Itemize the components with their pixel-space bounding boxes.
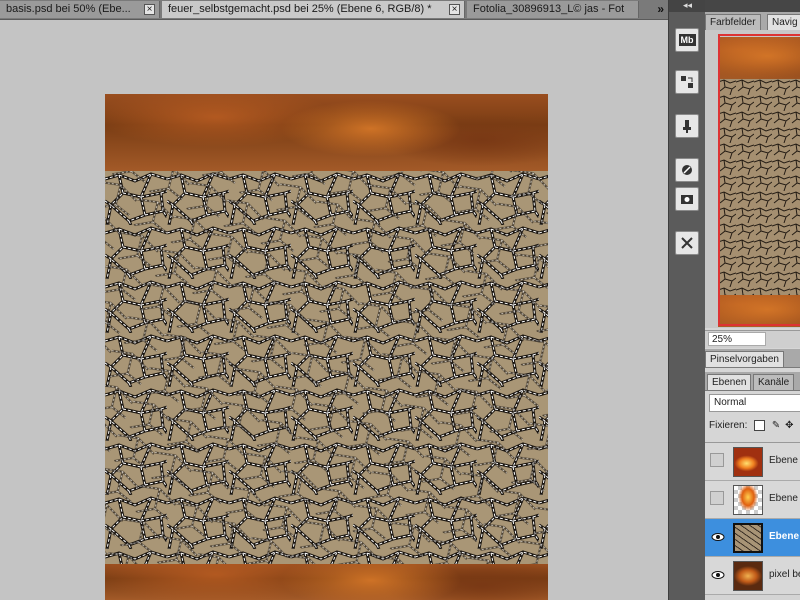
navigator-tab-row: Farbfelder Navig — [705, 12, 800, 31]
canvas-area[interactable] — [0, 20, 668, 600]
layers-tab-row: Ebenen Kanäle — [705, 372, 800, 391]
lock-label: Fixieren: — [709, 420, 748, 431]
navigator-view-box[interactable] — [718, 34, 800, 326]
clone-source-icon[interactable] — [675, 114, 699, 138]
tab-basis[interactable]: basis.psd bei 50% (Ebe... × — [0, 1, 160, 18]
cracked-mud-layer-selection — [105, 171, 548, 564]
close-icon[interactable]: × — [144, 4, 155, 15]
layer-name: Ebene — [769, 455, 798, 466]
navigator-preview — [705, 30, 800, 328]
layer-thumbnail — [733, 447, 763, 477]
tab-fotolia[interactable]: Fotolia_30896913_L© jas - Fot — [467, 1, 639, 18]
panel-icon-strip: ◂◂ Mb — [668, 0, 706, 600]
tab-farbfelder[interactable]: Farbfelder — [705, 14, 761, 30]
layer-thumbnail — [733, 523, 763, 553]
layer-name: Ebene — [769, 493, 798, 504]
mini-bridge-icon[interactable]: Mb — [675, 28, 699, 52]
tools-icon[interactable] — [675, 231, 699, 255]
layer-thumbnail — [733, 485, 763, 515]
tab-layers[interactable]: Ebenen — [707, 374, 752, 390]
layer-row[interactable]: pixel be — [705, 557, 800, 595]
layer-options: Normal Fixieren: ✎ ✥ — [705, 392, 800, 442]
lock-row: Fixieren: ✎ ✥ — [709, 418, 793, 434]
layer-row-selected[interactable]: Ebene — [705, 519, 800, 557]
layer-row[interactable]: Ebene — [705, 443, 800, 481]
lock-paint-icon[interactable]: ✎ — [772, 420, 780, 431]
brush-presets-tab-row: Pinselvorgaben — [705, 349, 800, 368]
zoom-input[interactable]: 25% — [708, 332, 766, 346]
collapse-icon[interactable]: ◂◂ — [669, 0, 706, 12]
eye-icon[interactable] — [710, 567, 725, 581]
tab-brush-presets[interactable]: Pinselvorgaben — [705, 351, 784, 367]
lock-position-icon[interactable]: ✥ — [785, 420, 793, 431]
tab-feuer-selbstgemacht[interactable]: feuer_selbstgemacht.psd bei 25% (Ebene 6… — [162, 1, 465, 18]
navigator-zoom-row: 25% — [705, 330, 800, 348]
document-canvas[interactable] — [105, 94, 548, 600]
layer-name: Ebene — [769, 531, 800, 542]
blend-mode-select[interactable]: Normal — [709, 394, 800, 412]
visibility-toggle[interactable] — [710, 491, 724, 505]
panel-header-bar — [705, 0, 800, 12]
tab-navigator[interactable]: Navig — [767, 14, 800, 30]
fire-texture-top — [105, 94, 548, 171]
tab-label: feuer_selbstgemacht.psd bei 25% (Ebene 6… — [168, 3, 432, 15]
lock-transparency-icon[interactable] — [754, 419, 766, 431]
camera-icon[interactable] — [675, 187, 699, 211]
visibility-toggle[interactable] — [710, 453, 724, 467]
layer-name: pixel be — [769, 569, 800, 580]
fire-texture-bottom — [105, 564, 548, 600]
layer-thumbnail — [733, 561, 763, 591]
eye-icon[interactable] — [710, 529, 725, 543]
history-icon[interactable] — [675, 70, 699, 94]
close-icon[interactable]: × — [449, 4, 460, 15]
layer-row[interactable]: Ebene — [705, 481, 800, 519]
tab-label: Fotolia_30896913_L© jas - Fot — [473, 3, 625, 15]
right-panel-dock: Farbfelder Navig 25% Pinselvorgaben Eben… — [705, 0, 800, 600]
tab-label: basis.psd bei 50% (Ebe... — [6, 3, 131, 15]
document-tab-bar: basis.psd bei 50% (Ebe... × feuer_selbst… — [0, 0, 668, 20]
tab-channels[interactable]: Kanäle — [753, 374, 795, 390]
tabs-overflow-icon[interactable]: » — [657, 0, 664, 19]
brush-icon[interactable] — [675, 158, 699, 182]
layers-list: Ebene Ebene Ebene pixel be — [705, 442, 800, 600]
